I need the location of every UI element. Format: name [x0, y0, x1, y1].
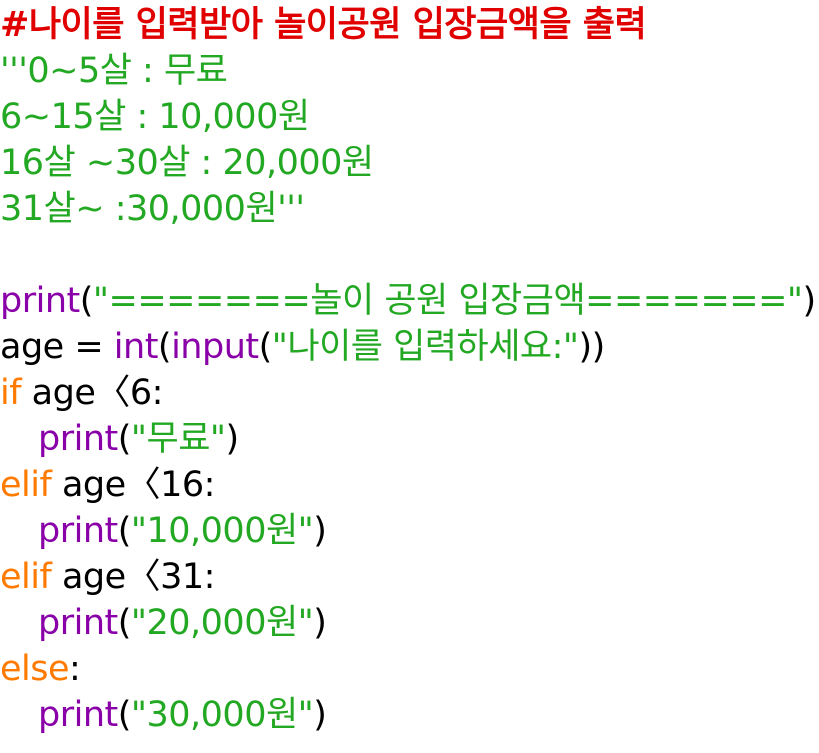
code-token-plain: ( [258, 327, 273, 367]
code-token-str: "=======놀이 공원 입장금액=======" [92, 281, 803, 321]
code-token-func: int [113, 327, 159, 367]
code-token-str: "무료" [130, 419, 226, 459]
code-comment: #나이를 입력받아 놀이공원 입장금액을 출력 [0, 5, 647, 45]
code-token-str: "10,000원" [130, 511, 314, 551]
code-token-plain: ( [117, 695, 132, 735]
code-token-kw: if [0, 373, 22, 413]
code-line: #나이를 입력받아 놀이공원 입장금액을 출력 [0, 2, 819, 48]
code-token-plain: age〈31: [51, 557, 216, 597]
code-line: print("=======놀이 공원 입장금액=======") [0, 278, 819, 324]
code-token-func: print [0, 281, 80, 321]
code-token-str: "20,000원" [130, 603, 314, 643]
code-token-plain: ) [225, 419, 240, 459]
code-token-plain: ) [313, 695, 327, 735]
code-token-plain: age〈6: [21, 373, 164, 413]
code-token-plain: ( [117, 603, 132, 643]
code-editor[interactable]: #나이를 입력받아 놀이공원 입장금액을 출력 '''0~5살 : 무료 6~15살… [0, 0, 819, 753]
code-line: print("10,000원") [0, 508, 819, 554]
code-token-plain: )) [578, 327, 605, 367]
code-line: '''0~5살 : 무료 [0, 48, 819, 94]
code-line: 31살~ :30,000원''' [0, 186, 819, 232]
code-docstring: 16살 ~30살 : 20,000원 [0, 143, 374, 183]
code-line: print("20,000원") [0, 600, 819, 646]
code-line: print("무료") [0, 416, 819, 462]
code-token-plain: ) [313, 511, 327, 551]
code-token-plain: ( [117, 511, 132, 551]
code-docstring: 31살~ :30,000원''' [0, 189, 305, 229]
code-line: 16살 ~30살 : 20,000원 [0, 140, 819, 186]
code-token-plain: ( [117, 419, 132, 459]
code-token-func: input [171, 327, 259, 367]
code-token-func: print [38, 511, 118, 551]
code-line: 6~15살 : 10,000원 [0, 94, 819, 140]
code-line: print("30,000원") [0, 692, 819, 738]
code-token-kw: else [0, 649, 70, 689]
code-line: age = int(input("나이를 입력하세요:")) [0, 324, 819, 370]
code-line: else: [0, 646, 819, 692]
code-token-str: "나이를 입력하세요:" [271, 327, 579, 367]
code-token-plain: ) [802, 281, 817, 321]
code-docstring: 6~15살 : 10,000원 [0, 97, 310, 137]
code-token-kw: elif [0, 465, 52, 505]
code-token-func: print [38, 695, 118, 735]
code-token-plain: ) [313, 603, 327, 643]
code-token-plain: : [69, 649, 81, 689]
code-token-func: print [38, 603, 118, 643]
code-token-plain: ( [157, 327, 172, 367]
code-token-func: print [38, 419, 118, 459]
code-token-plain: age = [0, 327, 114, 367]
code-line: elif age〈16: [0, 462, 819, 508]
code-docstring: '''0~5살 : 무료 [0, 51, 228, 91]
code-line: elif age〈31: [0, 554, 819, 600]
code-token-plain: ( [79, 281, 94, 321]
code-token-str: "30,000원" [130, 695, 314, 735]
code-line: if age〈6: [0, 370, 819, 416]
code-token-kw: elif [0, 557, 52, 597]
code-token-plain: age〈16: [51, 465, 216, 505]
